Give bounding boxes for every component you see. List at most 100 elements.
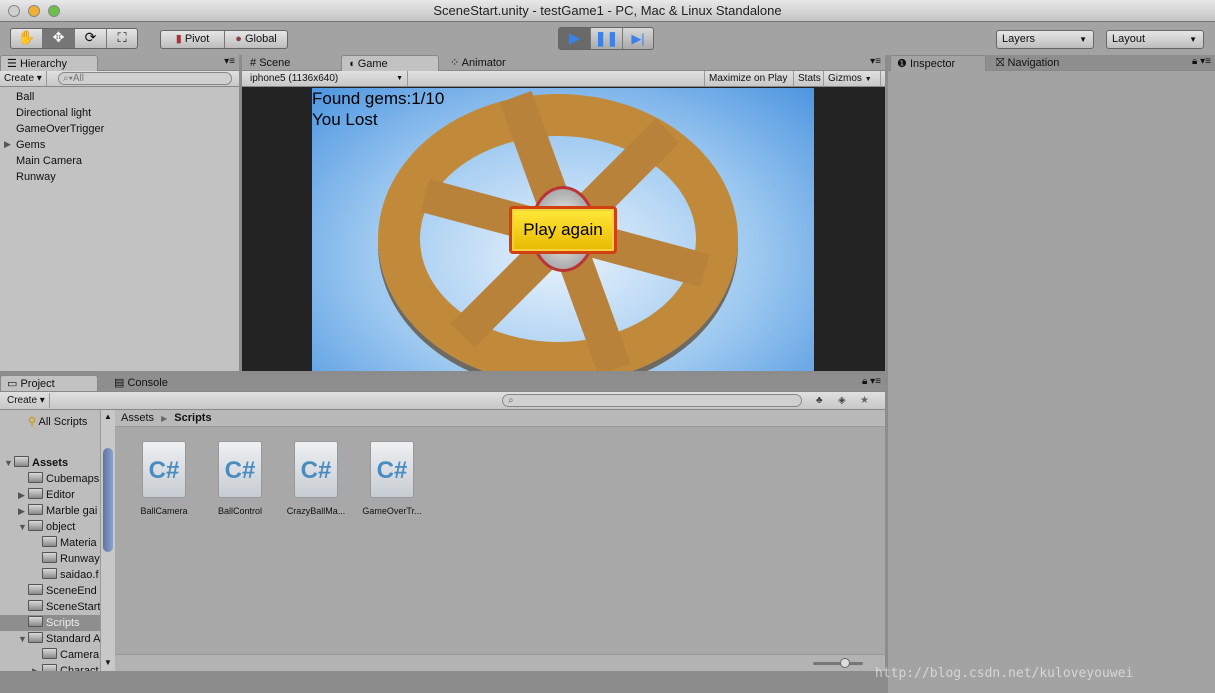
folder-tree-item[interactable]: saidao.f <box>0 567 100 583</box>
folder-tree-item[interactable]: Materia <box>0 535 100 551</box>
minimize-button[interactable] <box>28 5 40 17</box>
tab-navigation[interactable]: ⛝ Navigation <box>990 55 1100 71</box>
move-tool-icon[interactable]: ✥ <box>43 29 75 48</box>
zoom-button[interactable] <box>48 5 60 17</box>
folder-label: Charact <box>60 665 99 671</box>
gizmos-dropdown[interactable]: Gizmos ▼ <box>823 71 881 87</box>
panel-menu-icon[interactable]: ▾≡ <box>224 56 235 67</box>
resolution-dropdown[interactable]: iphone5 (1136x640) ▼ <box>250 71 408 86</box>
folder-icon <box>42 664 57 671</box>
expand-arrow-icon[interactable]: ▼ <box>18 631 28 647</box>
maximize-on-play-toggle[interactable]: Maximize on Play <box>704 71 791 86</box>
create-dropdown[interactable]: Create ▾ <box>7 393 50 408</box>
pivot-button[interactable]: ▮ Pivot <box>161 31 225 48</box>
csharp-script-icon[interactable]: C# <box>218 441 262 498</box>
folder-label: Assets <box>32 457 69 469</box>
create-label: Create <box>4 73 35 84</box>
game-panel: # Scene ◖ Game ⁘ Animator ▾≡ iphone5 (11… <box>242 55 885 371</box>
folder-tree-item[interactable]: ▶ Editor <box>0 487 100 503</box>
tab-scene[interactable]: # Scene <box>244 55 340 71</box>
hierarchy-search-input[interactable]: ⌕▾All <box>58 72 232 85</box>
csharp-script-icon[interactable]: C# <box>370 441 414 498</box>
game-viewport[interactable]: Found gems:1/10 You Lost Play again <box>312 88 814 371</box>
close-button[interactable] <box>8 5 20 17</box>
folder-icon <box>28 504 43 515</box>
favorite-all-scripts[interactable]: ⚲ All Scripts <box>28 414 87 430</box>
folder-tree-item[interactable]: Camera <box>0 647 100 663</box>
expand-arrow-icon[interactable]: ▶ <box>4 139 11 150</box>
hierarchy-item[interactable]: Directional light <box>16 105 91 121</box>
expand-arrow-icon[interactable]: ▶ <box>32 663 42 671</box>
lock-icon[interactable]: 🔒︎ ▾≡ <box>1192 56 1211 67</box>
global-button[interactable]: ● Global <box>225 31 287 48</box>
hand-tool-icon[interactable]: ✋ <box>11 29 43 48</box>
folder-tree-item[interactable]: ▼ Standard A <box>0 631 100 647</box>
scrollbar-thumb[interactable] <box>103 448 113 552</box>
filter-label-icon[interactable]: ◈ <box>838 393 846 408</box>
scale-tool-icon[interactable]: ⛶ <box>107 29 137 48</box>
tab-animator[interactable]: ⁘ Animator <box>444 55 540 71</box>
filter-type-icon[interactable]: ♣ <box>816 393 823 408</box>
hierarchy-item[interactable]: Runway <box>16 169 56 185</box>
tab-project[interactable]: ▭ Project <box>0 375 98 391</box>
folder-tree-item[interactable]: ▼ object <box>0 519 100 535</box>
csharp-script-icon[interactable]: C# <box>142 441 186 498</box>
breadcrumb-scripts[interactable]: Scripts <box>174 412 211 424</box>
expand-arrow-icon[interactable]: ▼ <box>4 455 14 471</box>
tab-inspector[interactable]: ❶ Inspector <box>890 55 986 71</box>
favorite-star-icon[interactable]: ★ <box>860 393 869 408</box>
folder-tree-item[interactable]: Cubemaps <box>0 471 100 487</box>
folder-tree-scrollbar[interactable]: ▲ ▼ <box>100 410 115 671</box>
layers-dropdown[interactable]: Layers ▼ <box>996 30 1094 49</box>
asset-label[interactable]: BallCamera <box>124 506 204 516</box>
folder-tree-item[interactable]: Scripts <box>0 615 100 631</box>
expand-arrow-icon[interactable]: ▶ <box>18 503 28 519</box>
play-again-button[interactable]: Play again <box>509 206 617 254</box>
pivot-global-toggle: ▮ Pivot ● Global <box>160 30 288 49</box>
expand-arrow-icon[interactable]: ▼ <box>18 519 28 535</box>
project-search-input[interactable]: ⌕ <box>502 394 802 407</box>
favorite-label: All Scripts <box>38 416 88 428</box>
folder-tree-item[interactable]: SceneEnd <box>0 583 100 599</box>
icon-size-slider[interactable] <box>813 662 863 665</box>
panel-menu-icon[interactable]: ▾≡ <box>870 56 881 67</box>
tab-hierarchy[interactable]: ☰ Hierarchy <box>0 55 98 71</box>
asset-label[interactable]: CrazyBallMa... <box>276 506 356 516</box>
tab-game[interactable]: ◖ Game <box>341 55 439 71</box>
folder-icon <box>14 456 29 467</box>
lock-icon[interactable]: 🔒︎ ▾≡ <box>862 376 881 387</box>
scroll-up-icon[interactable]: ▲ <box>104 412 112 421</box>
asset-label[interactable]: BallControl <box>200 506 280 516</box>
hierarchy-item[interactable]: Main Camera <box>16 153 82 169</box>
folder-icon <box>42 536 57 547</box>
folder-tree-item[interactable]: ▶ Marble gai <box>0 503 100 519</box>
icon-size-slider-handle[interactable] <box>840 658 850 668</box>
game-tabs: # Scene ◖ Game ⁘ Animator ▾≡ <box>242 55 885 71</box>
chevron-down-icon: ▼ <box>1079 35 1087 44</box>
hierarchy-item[interactable]: Gems <box>16 137 45 153</box>
breadcrumb-assets[interactable]: Assets <box>121 412 154 424</box>
folder-tree-item[interactable]: ▼ Assets <box>0 455 100 471</box>
hierarchy-item[interactable]: Ball <box>16 89 34 105</box>
folder-label: Cubemaps <box>46 473 100 485</box>
hierarchy-toolbar: Create ▾ ⌕▾All <box>0 71 239 87</box>
tab-console[interactable]: ▤ Console <box>108 375 204 391</box>
layout-dropdown[interactable]: Layout ▼ <box>1106 30 1204 49</box>
pause-icon[interactable]: ❚❚ <box>591 28 623 49</box>
folder-icon <box>28 632 43 643</box>
layers-label: Layers <box>1002 33 1036 45</box>
folder-tree-item[interactable]: SceneStart <box>0 599 100 615</box>
stats-toggle[interactable]: Stats <box>793 71 825 86</box>
expand-arrow-icon[interactable]: ▶ <box>18 487 28 503</box>
csharp-script-icon[interactable]: C# <box>294 441 338 498</box>
scroll-down-icon[interactable]: ▼ <box>104 658 112 667</box>
create-dropdown[interactable]: Create ▾ <box>4 71 47 86</box>
folder-tree-item[interactable]: ▶ Charact <box>0 663 100 671</box>
asset-label[interactable]: GameOverTr... <box>352 506 432 516</box>
project-tabs: ▭ Project ▤ Console 🔒︎ ▾≡ <box>0 375 885 392</box>
play-icon[interactable]: ▶ <box>559 28 591 49</box>
rotate-tool-icon[interactable]: ⟳ <box>75 29 107 48</box>
folder-tree-item[interactable]: Runway <box>0 551 100 567</box>
step-icon[interactable]: ▶| <box>623 28 653 49</box>
hierarchy-item[interactable]: GameOverTrigger <box>16 121 104 137</box>
